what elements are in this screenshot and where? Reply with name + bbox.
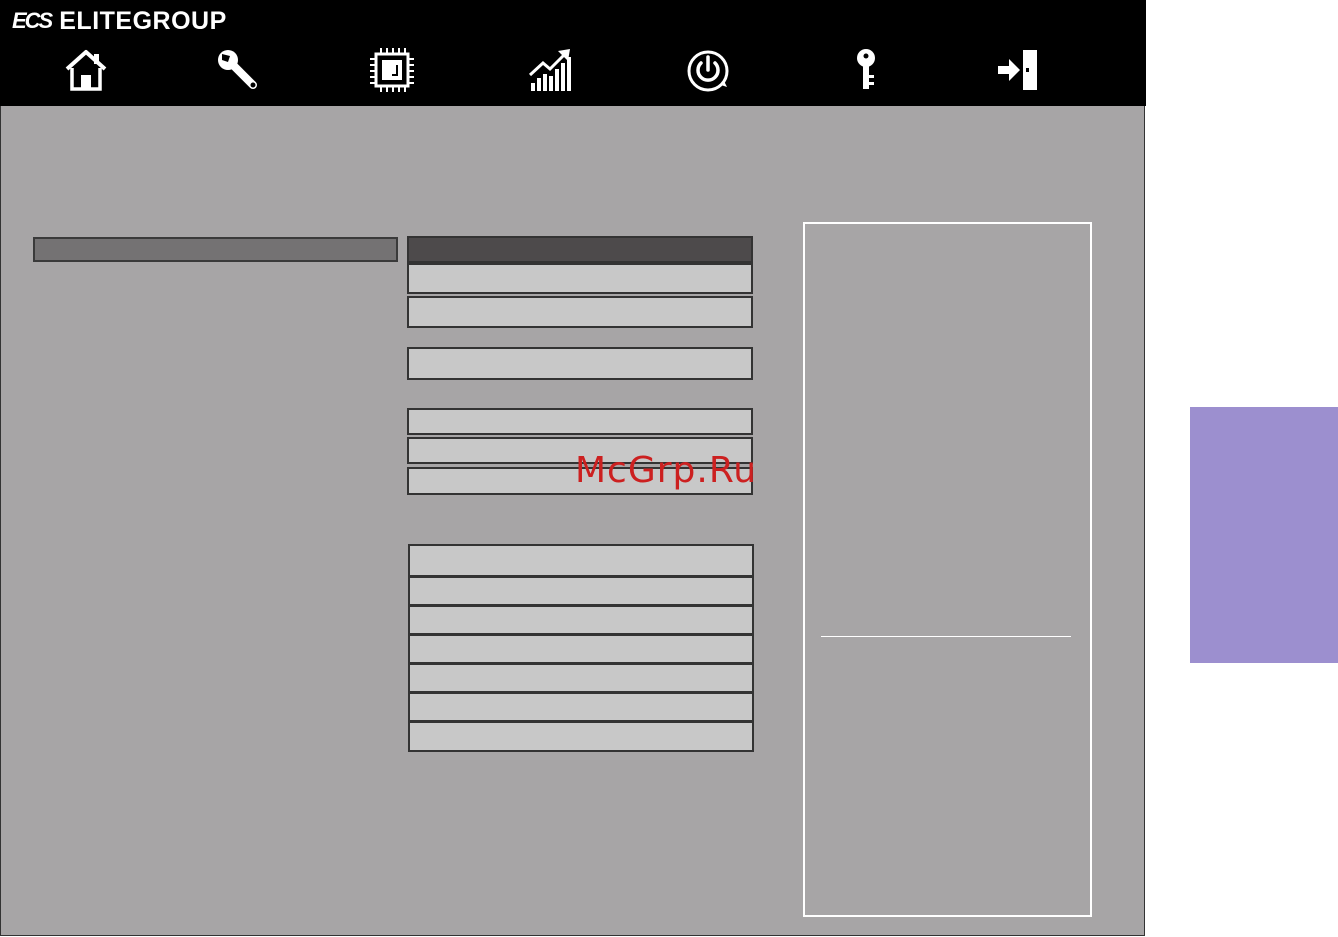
power-icon [687,50,729,92]
nav-exit[interactable] [990,44,1050,96]
nav-boot[interactable] [678,44,738,96]
top-navigation-bar: ECS ELITEGROUP [0,0,1146,106]
option-field-5[interactable] [407,408,753,435]
chip-icon [370,48,414,92]
wrench-icon [218,50,257,89]
option-field-11[interactable] [408,634,754,664]
nav-advanced[interactable] [208,44,268,96]
side-tab [1190,407,1338,663]
home-icon [65,50,107,91]
nav-chipset[interactable] [362,44,422,96]
option-field-3[interactable] [407,296,753,328]
option-field-9[interactable] [408,576,754,606]
exit-icon [998,50,1037,90]
option-field-13[interactable] [408,692,754,722]
selected-setting-row[interactable] [33,237,398,262]
help-panel [803,222,1092,917]
help-divider [821,636,1071,637]
settings-panel [0,106,1145,936]
option-field-10[interactable] [408,605,754,635]
option-field-4[interactable] [407,347,753,380]
brand-name: ELITEGROUP [59,6,227,35]
performance-chart-icon [528,49,571,91]
brand-logo: ECS ELITEGROUP [12,6,227,36]
top-right-blank [1146,0,1338,40]
key-icon [857,49,875,89]
nav-security[interactable] [836,44,896,96]
watermark-text: McGrp.Ru [575,450,758,491]
option-field-14[interactable] [408,721,754,752]
option-field-2[interactable] [407,263,753,294]
ecs-logo-mark: ECS [12,8,53,33]
option-field-1-selected[interactable] [407,236,753,263]
option-field-8[interactable] [408,544,754,577]
option-field-12[interactable] [408,663,754,693]
nav-main[interactable] [56,44,116,96]
nav-performance[interactable] [520,44,580,96]
